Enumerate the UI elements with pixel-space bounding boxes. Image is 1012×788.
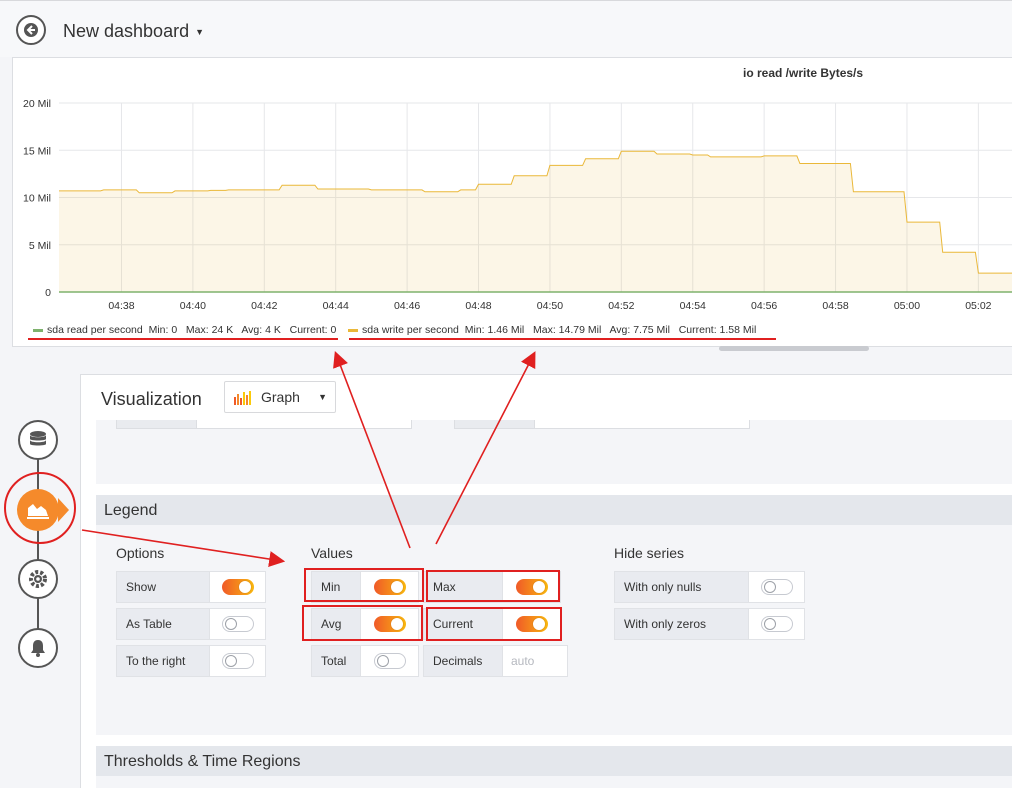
toggle-knob <box>763 618 776 630</box>
legend-swatch-read <box>33 328 43 332</box>
option-control <box>361 645 419 677</box>
option-label: With only zeros <box>614 608 749 640</box>
series-area-write <box>59 151 1012 292</box>
dashboard-title[interactable]: New dashboard ▼ <box>63 21 204 42</box>
active-tab-pointer <box>58 498 69 522</box>
previous-section-body <box>96 420 1012 484</box>
x-tick-label: 04:56 <box>751 300 777 312</box>
x-tick-label: 04:50 <box>537 300 563 312</box>
value-decimals: Decimals auto <box>423 645 568 677</box>
y-tick-label: 20 Mil <box>23 98 51 110</box>
option-label: Decimals <box>423 645 503 677</box>
only-nulls-toggle[interactable] <box>760 579 793 595</box>
database-icon <box>30 431 46 446</box>
top-bar: New dashboard ▼ <box>0 0 1012 57</box>
y-tick-label: 15 Mil <box>23 145 51 157</box>
option-control <box>210 645 266 677</box>
hide-with-only-nulls: With only nulls <box>614 571 805 603</box>
hide-with-only-zeros: With only zeros <box>614 608 805 640</box>
legend-item-read[interactable]: sda read per second Min: 0 Max: 24 K Avg… <box>33 324 336 336</box>
x-tick-label: 05:00 <box>894 300 920 312</box>
annotation-box-avg <box>302 605 423 641</box>
legend-section-header[interactable]: Legend <box>96 495 1012 525</box>
visualization-tab[interactable] <box>17 489 59 531</box>
option-label: As Table <box>116 608 210 640</box>
annotation-box-current <box>426 607 562 641</box>
ghost-field <box>454 420 536 429</box>
x-tick-label: 04:52 <box>608 300 634 312</box>
arrow-left-icon <box>24 23 38 37</box>
total-toggle[interactable] <box>373 653 406 669</box>
option-control <box>749 571 805 603</box>
caret-down-icon: ▼ <box>318 392 327 402</box>
toggle-knob <box>376 655 389 667</box>
back-button[interactable] <box>16 15 46 45</box>
ghost-field <box>534 420 750 429</box>
toggle-knob <box>238 581 251 593</box>
x-tick-label: 04:58 <box>822 300 848 312</box>
x-tick-label: 04:48 <box>465 300 491 312</box>
bell-icon <box>31 640 45 657</box>
toggle-knob <box>763 581 776 593</box>
alert-tab[interactable] <box>18 628 58 668</box>
hide-series-group-title: Hide series <box>614 545 685 561</box>
visualization-value: Graph <box>261 389 300 405</box>
horizontal-scrollbar[interactable] <box>719 346 869 351</box>
option-control <box>210 608 266 640</box>
x-tick-label: 04:54 <box>680 300 706 312</box>
toggle-knob <box>224 618 237 630</box>
values-group-title: Values <box>311 545 353 561</box>
option-to-the-right: To the right <box>116 645 266 677</box>
legend-name-read: sda read per second <box>47 324 143 336</box>
queries-tab[interactable] <box>18 420 58 460</box>
option-control <box>749 608 805 640</box>
ghost-field <box>116 420 198 429</box>
ghost-field <box>196 420 412 429</box>
annotation-box-min <box>304 568 424 602</box>
value-total: Total <box>311 645 419 677</box>
option-control <box>210 571 266 603</box>
thresholds-section-header[interactable]: Thresholds & Time Regions <box>96 746 1012 776</box>
x-tick-label: 04:44 <box>323 300 349 312</box>
visualization-picker[interactable]: Graph ▼ <box>224 381 336 413</box>
legend-stats-read: Min: 0 Max: 24 K Avg: 4 K Current: 0 <box>148 324 337 336</box>
gear-icon <box>29 570 47 588</box>
legend-item-write[interactable]: sda write per second Min: 1.46 Mil Max: … <box>348 324 756 336</box>
x-tick-label: 04:38 <box>108 300 134 312</box>
graph-type-icon <box>234 391 251 405</box>
caret-down-icon: ▼ <box>195 27 205 38</box>
option-label: Total <box>311 645 361 677</box>
x-tick-label: 05:02 <box>965 300 991 312</box>
x-tick-label: 04:42 <box>251 300 277 312</box>
option-label: To the right <box>116 645 210 677</box>
editor-nav-rail <box>0 370 80 787</box>
x-tick-label: 04:40 <box>180 300 206 312</box>
y-tick-label: 0 <box>45 287 51 299</box>
options-group-title: Options <box>116 545 165 561</box>
to-the-right-toggle[interactable] <box>221 653 254 669</box>
x-tick-label: 04:46 <box>394 300 420 312</box>
toggle-knob <box>224 655 237 667</box>
only-zeros-toggle[interactable] <box>760 616 793 632</box>
annotation-box-max <box>426 570 560 602</box>
decimals-input[interactable]: auto <box>503 645 568 677</box>
legend-swatch-write <box>348 328 358 332</box>
y-tick-label: 10 Mil <box>23 193 51 205</box>
general-tab[interactable] <box>18 559 58 599</box>
option-label: Show <box>116 571 210 603</box>
visualization-heading: Visualization <box>101 389 202 409</box>
area-chart-icon <box>27 504 49 519</box>
show-toggle[interactable] <box>221 579 254 595</box>
thresholds-section: Thresholds & Time Regions <box>96 746 1012 788</box>
chart-area: 0 5 Mil 10 Mil 15 Mil 20 Mil 04:38 04:40 04:42 0… <box>23 98 1012 312</box>
option-show: Show <box>116 571 266 603</box>
y-tick-label: 5 Mil <box>29 240 51 252</box>
option-label: With only nulls <box>614 571 749 603</box>
legend-stats-write: Min: 1.46 Mil Max: 14.79 Mil Avg: 7.75 M… <box>464 324 757 336</box>
option-as-table: As Table <box>116 608 266 640</box>
legend-name-write: sda write per second <box>362 324 459 336</box>
as-table-toggle[interactable] <box>221 616 254 632</box>
dashboard-title-text: New dashboard <box>63 21 190 41</box>
graph-panel: io read /write Bytes/s 05 Mil 10 Mil 15 Mi… <box>12 57 1012 351</box>
